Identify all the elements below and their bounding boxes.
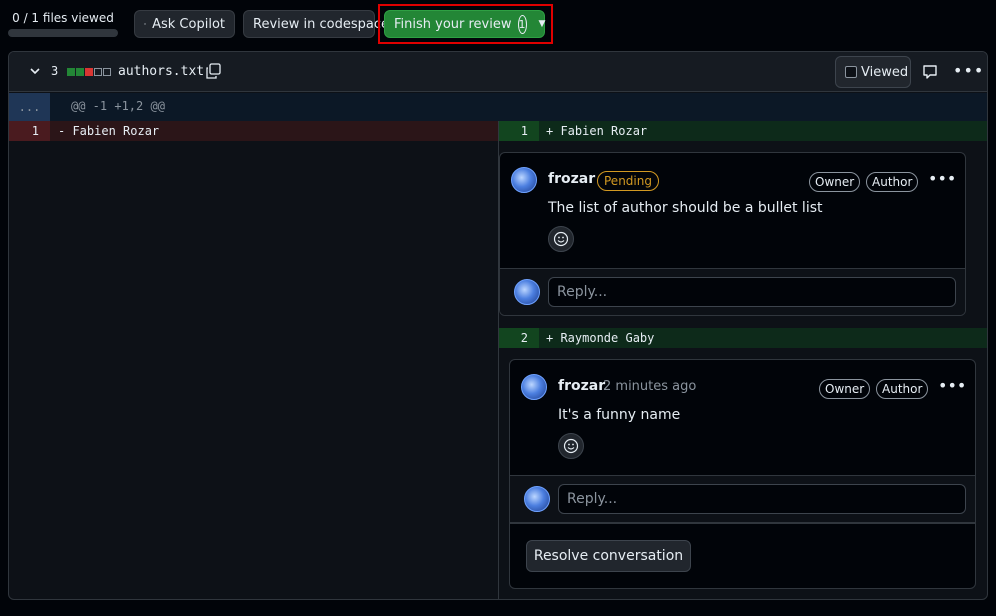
comment-options-icon[interactable]: ••• [938,376,966,395]
copy-icon[interactable] [205,63,221,79]
review-in-codespace-label: Review in codespace [253,16,389,32]
change-count: 3 [51,64,59,78]
copilot-icon [144,23,146,25]
line-number[interactable]: 2 [499,328,539,348]
comment-timestamp[interactable]: 2 minutes ago [603,379,696,394]
avatar [524,486,550,512]
diffstat-added-square [67,68,75,76]
reply-input[interactable]: Reply... [558,484,966,514]
reply-input[interactable]: Reply... [548,277,956,307]
more-options-icon[interactable]: ••• [953,61,984,80]
smiley-icon [563,438,579,454]
add-reaction-button[interactable] [558,433,584,459]
ask-copilot-button[interactable]: Ask Copilot [134,10,235,38]
finish-review-button[interactable]: Finish your review 1 ▼ [384,10,545,38]
review-in-codespace-button[interactable]: Review in codespace [243,10,389,38]
author-badge: Author [876,379,929,399]
diffstat-added-square [76,68,84,76]
review-comment: frozar Pending Owner Author ••• The list… [500,153,965,268]
author-badge: Author [866,172,919,192]
diffstat-deleted-square [85,68,93,76]
caret-down-icon[interactable]: ▼ [539,19,546,29]
comment-author[interactable]: frozar [558,378,605,394]
added-line[interactable]: 1 + Fabien Rozar [499,121,987,141]
viewed-checkbox[interactable] [845,66,857,78]
diffstat [67,68,111,76]
reply-area: Reply... [510,475,975,522]
owner-badge: Owner [819,379,871,399]
file-diff: 3 authors.txt Viewed ••• ... @@ -1 +1,2 … [8,51,988,600]
comment-body: It's a funny name [558,407,681,423]
avatar[interactable] [521,374,547,400]
pending-count-badge: 1 [517,14,527,34]
review-comment: frozar 2 minutes ago Owner Author ••• It… [510,360,975,475]
files-viewed-progress: 0 / 1 files viewed [8,10,118,37]
owner-badge: Owner [809,172,861,192]
line-number[interactable]: 1 [9,121,50,141]
viewed-toggle[interactable]: Viewed [835,56,911,88]
comment-author[interactable]: frozar [548,171,595,187]
deleted-line[interactable]: 1 - Fabien Rozar [9,121,498,141]
line-number[interactable]: 1 [499,121,539,141]
expand-hunk-button[interactable]: ... [9,93,50,121]
divider [510,522,975,524]
diffstat-neutral-square [94,68,102,76]
finish-review-label: Finish your review [394,16,512,32]
reply-area: Reply... [500,268,965,315]
comment-icon[interactable] [922,64,938,80]
smiley-icon [553,231,569,247]
pending-badge: Pending [597,171,659,191]
viewed-label: Viewed [861,64,909,80]
file-name[interactable]: authors.txt [118,64,204,79]
ask-copilot-label: Ask Copilot [152,16,225,32]
diffstat-neutral-square [103,68,111,76]
line-code: + Raymonde Gaby [546,331,655,345]
hunk-header-row: ... @@ -1 +1,2 @@ [9,93,987,121]
resolve-conversation-button[interactable]: Resolve conversation [526,540,691,572]
file-header: 3 authors.txt Viewed ••• [9,52,987,92]
comment-options-icon[interactable]: ••• [928,169,956,188]
line-code: - Fabien Rozar [58,124,160,138]
line-code: + Fabien Rozar [546,124,648,138]
divider [500,315,965,316]
files-viewed-bar [8,29,118,37]
review-thread: frozar 2 minutes ago Owner Author ••• It… [509,359,976,589]
hunk-header: @@ -1 +1,2 @@ [71,99,165,113]
avatar [514,279,540,305]
chevron-down-icon[interactable] [29,65,41,77]
comment-body: The list of author should be a bullet li… [548,200,823,216]
added-line[interactable]: 2 + Raymonde Gaby [499,328,987,348]
review-thread: frozar Pending Owner Author ••• The list… [499,152,966,316]
add-reaction-button[interactable] [548,226,574,252]
files-viewed-text: 0 / 1 files viewed [12,11,114,25]
avatar[interactable] [511,167,537,193]
